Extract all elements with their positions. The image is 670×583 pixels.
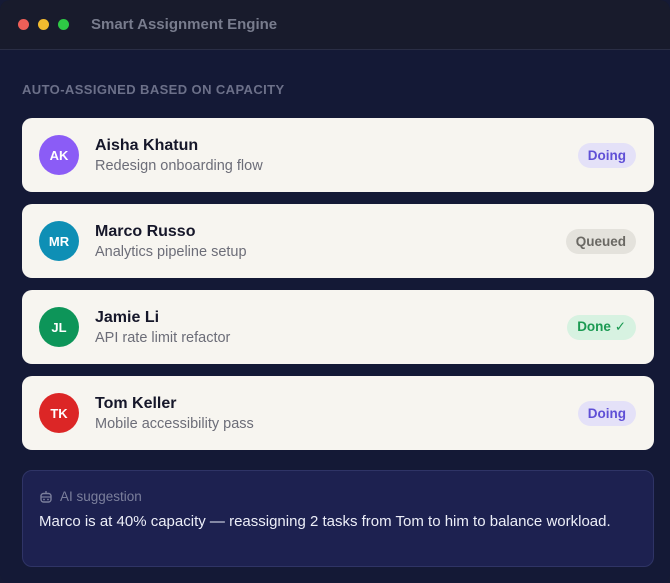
assignment-card[interactable]: AK Aisha Khatun Redesign onboarding flow Do… [22, 118, 654, 192]
close-window-button[interactable] [18, 19, 29, 30]
robot-icon [39, 490, 53, 504]
avatar: MR [39, 221, 79, 261]
avatar: AK [39, 135, 79, 175]
ai-suggestion-panel: AI suggestion Marco is at 40% capacity —… [22, 470, 654, 567]
assignment-info: Tom Keller Mobile accessibility pass [95, 394, 578, 433]
assignee-name: Marco Russo [95, 222, 196, 240]
app-window: Smart Assignment Engine AUTO-ASSIGNED BA… [0, 0, 670, 583]
task-title: Redesign onboarding flow [95, 157, 263, 174]
suggestion-text: Marco is at 40% capacity — reassigning 2… [39, 513, 611, 530]
status-badge[interactable]: Doing [577, 142, 636, 168]
assignment-card[interactable]: JL Jamie Li API rate limit refactor Done ✓ [22, 290, 654, 364]
minimize-window-button[interactable] [38, 19, 49, 30]
assignee-name: Tom Keller [95, 394, 177, 412]
assignment-card[interactable]: TK Tom Keller Mobile accessibility pass Doi… [22, 376, 654, 450]
assignment-info: Aisha Khatun Redesign onboarding flow [95, 136, 578, 175]
assignee-name: Jamie Li [95, 308, 160, 326]
avatar: JL [39, 307, 79, 347]
assignment-card[interactable]: MR Marco Russo Analytics pipeline setup Que… [22, 204, 654, 278]
status-badge[interactable]: Done ✓ [567, 314, 636, 340]
assignee-name: Aisha Khatun [95, 136, 199, 154]
status-badge[interactable]: Doing [577, 400, 636, 426]
avatar: TK [39, 393, 79, 433]
section-label: AUTO-ASSIGNED BASED ON CAPACITY [22, 82, 285, 97]
task-title: Analytics pipeline setup [95, 243, 247, 260]
assignment-info: Jamie Li API rate limit refactor [95, 308, 567, 347]
maximize-window-button[interactable] [58, 19, 69, 30]
window-title: Smart Assignment Engine [91, 16, 278, 33]
title-bar: Smart Assignment Engine [0, 0, 670, 50]
assignment-info: Marco Russo Analytics pipeline setup [95, 222, 566, 261]
task-title: Mobile accessibility pass [95, 415, 254, 432]
status-badge[interactable]: Queued [565, 228, 636, 254]
suggestion-label: AI suggestion [60, 489, 142, 504]
task-title: API rate limit refactor [95, 329, 231, 346]
